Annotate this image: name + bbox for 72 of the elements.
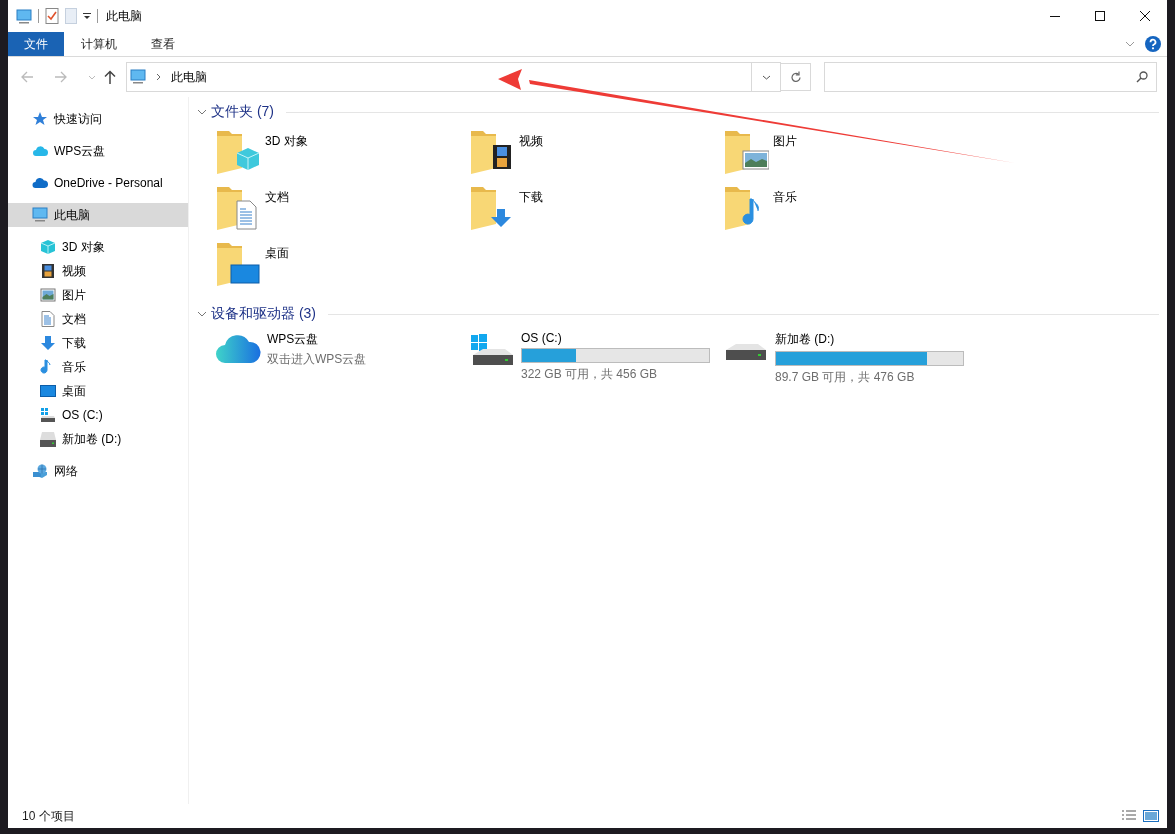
drive-name: 新加卷 (D:) bbox=[775, 331, 836, 348]
computer-icon bbox=[130, 69, 148, 85]
drive-icon bbox=[725, 343, 767, 361]
chevron-icon bbox=[156, 73, 161, 81]
document-icon bbox=[40, 311, 56, 327]
chevron-icon[interactable] bbox=[1125, 41, 1135, 47]
sidebar-item[interactable]: 此电脑 bbox=[8, 203, 188, 227]
sidebar-item[interactable]: 快速访问 bbox=[8, 107, 188, 131]
help-icon[interactable] bbox=[1145, 36, 1161, 52]
address-bar[interactable]: 此电脑 bbox=[126, 62, 781, 92]
drive-name: WPS云盘 bbox=[267, 331, 320, 348]
sidebar-item[interactable]: 桌面 bbox=[8, 379, 188, 403]
chevron-icon[interactable] bbox=[197, 311, 207, 317]
monitor-icon bbox=[40, 383, 56, 399]
drive-description: 双击进入WPS云盘 bbox=[267, 351, 367, 368]
capacity-text: 89.7 GB 可用，共 476 GB bbox=[775, 369, 916, 386]
folder-name: 下载 bbox=[519, 189, 543, 206]
folder-name: 3D 对象 bbox=[265, 133, 308, 150]
item-count: 10 个项目 bbox=[22, 807, 75, 825]
drive-icon bbox=[40, 407, 56, 423]
picture-icon bbox=[40, 287, 56, 303]
folder-name: 桌面 bbox=[265, 245, 289, 262]
refresh-icon bbox=[789, 70, 802, 84]
sidebar-item[interactable]: 下载 bbox=[8, 331, 188, 355]
section-header: 文件夹 (7) bbox=[211, 103, 274, 121]
sidebar-item[interactable]: OS (C:) bbox=[8, 403, 188, 427]
back-arrow-icon[interactable] bbox=[20, 70, 34, 84]
chevron-icon[interactable] bbox=[197, 109, 207, 115]
computer-icon bbox=[16, 8, 32, 24]
globe-icon bbox=[32, 463, 48, 479]
checklist-icon[interactable] bbox=[45, 8, 59, 24]
dropdown-icon[interactable] bbox=[761, 74, 771, 80]
large-icons-view-icon[interactable] bbox=[1143, 809, 1159, 823]
sidebar-item[interactable]: OneDrive - Personal bbox=[8, 171, 188, 195]
sidebar-item[interactable]: 图片 bbox=[8, 283, 188, 307]
folder-name: 文档 bbox=[265, 189, 289, 206]
close-icon bbox=[1139, 11, 1150, 21]
folder-name: 音乐 bbox=[773, 189, 797, 206]
cloud-icon bbox=[32, 175, 48, 191]
chevron-icon[interactable] bbox=[88, 74, 96, 80]
window-title: 此电脑 bbox=[106, 7, 142, 25]
cloud-icon bbox=[32, 143, 48, 159]
details-view-icon[interactable] bbox=[1121, 809, 1137, 823]
section-header: 设备和驱动器 (3) bbox=[211, 305, 316, 323]
ribbon-tab[interactable]: 查看 bbox=[134, 32, 192, 56]
up-arrow-icon[interactable] bbox=[104, 70, 116, 84]
star-icon bbox=[32, 111, 48, 127]
refresh-button[interactable] bbox=[781, 63, 811, 91]
search-icon bbox=[1136, 71, 1148, 83]
drive-icon bbox=[40, 431, 56, 447]
cube-icon bbox=[40, 239, 56, 255]
folder-name: 图片 bbox=[773, 133, 797, 150]
drive-name: OS (C:) bbox=[521, 331, 563, 345]
forward-arrow-icon[interactable] bbox=[54, 70, 68, 84]
ribbon-tab[interactable]: 文件 bbox=[8, 32, 64, 56]
address-path: 此电脑 bbox=[171, 68, 208, 86]
folder-name: 视频 bbox=[519, 133, 543, 150]
sidebar-item[interactable]: WPS云盘 bbox=[8, 139, 188, 163]
film-icon bbox=[40, 263, 56, 279]
ribbon-tab[interactable]: 计算机 bbox=[64, 32, 134, 56]
computer-icon bbox=[32, 207, 48, 223]
sidebar-item[interactable]: 3D 对象 bbox=[8, 235, 188, 259]
sidebar-item[interactable]: 文档 bbox=[8, 307, 188, 331]
down-arrow-icon bbox=[40, 335, 56, 351]
capacity-text: 322 GB 可用，共 456 GB bbox=[521, 366, 659, 383]
sidebar-item[interactable]: 新加卷 (D:) bbox=[8, 427, 188, 451]
search-field[interactable] bbox=[824, 62, 1157, 92]
sidebar-item[interactable]: 视频 bbox=[8, 259, 188, 283]
sidebar-item[interactable]: 音乐 bbox=[8, 355, 188, 379]
dropdown-icon[interactable] bbox=[83, 12, 91, 20]
maximize-icon bbox=[1094, 11, 1105, 21]
sidebar-item[interactable]: 网络 bbox=[8, 459, 188, 483]
